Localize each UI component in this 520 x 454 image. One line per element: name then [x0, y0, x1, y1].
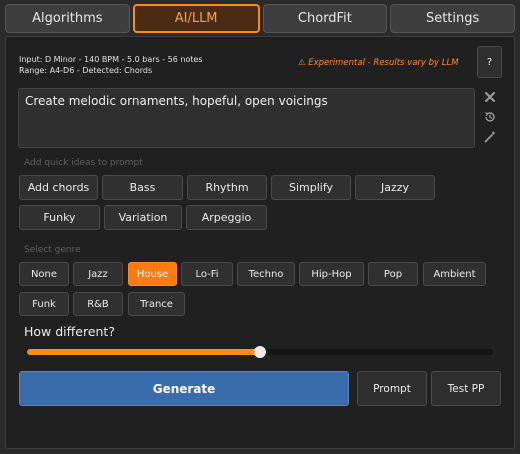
- genre-jazz-button[interactable]: Jazz: [73, 262, 123, 286]
- slider-fill: [27, 349, 260, 355]
- history-icon[interactable]: [482, 108, 498, 126]
- how-different-slider[interactable]: [27, 346, 493, 358]
- genre-house-button[interactable]: House: [128, 262, 177, 286]
- idea-arpeggio-button[interactable]: Arpeggio: [186, 205, 267, 230]
- idea-jazzy-button[interactable]: Jazzy: [355, 175, 435, 200]
- how-different-label: How different?: [24, 324, 115, 339]
- genre-techno-button[interactable]: Techno: [237, 262, 295, 286]
- idea-funky-button[interactable]: Funky: [19, 205, 100, 230]
- idea-add-chords-button[interactable]: Add chords: [19, 175, 98, 200]
- idea-simplify-button[interactable]: Simplify: [271, 175, 351, 200]
- tab-bar: Algorithms AI/LLM ChordFit Settings: [5, 4, 515, 33]
- tab-ai-llm[interactable]: AI/LLM: [132, 4, 260, 33]
- magic-wand-icon[interactable]: [482, 128, 498, 146]
- genre-funk-button[interactable]: Funk: [19, 292, 69, 316]
- test-pp-button[interactable]: Test PP: [431, 371, 501, 406]
- prompt-textarea[interactable]: Create melodic ornaments, hopeful, open …: [18, 88, 475, 148]
- genre-rnb-button[interactable]: R&B: [73, 292, 123, 316]
- genre-ambient-button[interactable]: Ambient: [423, 262, 486, 286]
- input-summary: Input: D Minor - 140 BPM - 5.0 bars - 56…: [19, 55, 203, 64]
- genre-lofi-button[interactable]: Lo-Fi: [181, 262, 233, 286]
- tab-settings[interactable]: Settings: [390, 4, 515, 33]
- genre-hiphop-button[interactable]: Hip-Hop: [299, 262, 364, 286]
- experimental-text: Experimental - Results vary by LLM: [308, 58, 459, 68]
- idea-bass-button[interactable]: Bass: [102, 175, 183, 200]
- genre-trance-button[interactable]: Trance: [128, 292, 185, 316]
- genre-none-button[interactable]: None: [19, 262, 69, 286]
- generate-button[interactable]: Generate: [19, 371, 349, 406]
- quick-ideas-label: Add quick ideas to prompt: [24, 158, 143, 168]
- genre-pop-button[interactable]: Pop: [368, 262, 418, 286]
- warning-icon: ⚠: [298, 58, 306, 68]
- prompt-tools: [482, 88, 498, 148]
- range-summary: Range: A4-D6 - Detected: Chords: [19, 66, 153, 75]
- idea-rhythm-button[interactable]: Rhythm: [187, 175, 267, 200]
- input-info: Input: D Minor - 140 BPM - 5.0 bars - 56…: [19, 54, 203, 76]
- tab-algorithms[interactable]: Algorithms: [5, 4, 130, 33]
- help-button[interactable]: ?: [477, 46, 502, 78]
- idea-variation-button[interactable]: Variation: [104, 205, 182, 230]
- genre-label: Select genre: [24, 245, 81, 255]
- prompt-button[interactable]: Prompt: [357, 371, 427, 406]
- close-icon[interactable]: [482, 88, 498, 106]
- slider-thumb[interactable]: [254, 346, 266, 358]
- experimental-warning: ⚠ Experimental - Results vary by LLM: [298, 58, 459, 68]
- tab-chordfit[interactable]: ChordFit: [262, 4, 388, 33]
